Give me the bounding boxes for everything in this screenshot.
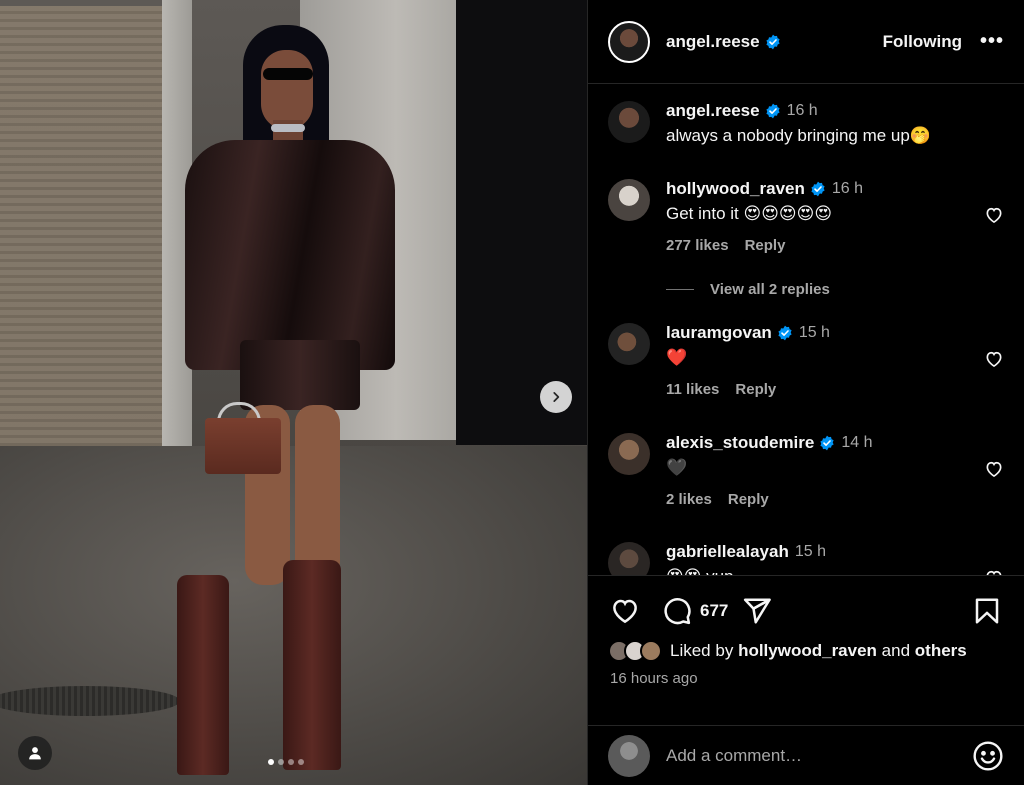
background-garage-door xyxy=(0,6,162,446)
reply-button[interactable]: Reply xyxy=(728,491,769,508)
subject-jacket xyxy=(185,140,395,370)
comments-list[interactable]: angel.reese 16 h always a nobody bringin… xyxy=(588,85,1024,575)
carousel-dot xyxy=(278,759,284,765)
comment-text: always a nobody bringing me up🤭 xyxy=(666,126,931,145)
comment-time: 16 h xyxy=(831,180,864,197)
post-panel: angel.reese Following ••• angel.reese 16… xyxy=(587,0,1024,785)
view-replies-button[interactable]: View all 2 replies xyxy=(666,281,830,298)
heart-icon[interactable] xyxy=(984,459,1004,479)
tagged-users-button[interactable] xyxy=(18,736,52,770)
comment-avatar[interactable] xyxy=(608,179,650,221)
comment-time: 15 h xyxy=(798,324,830,341)
reply-button[interactable]: Reply xyxy=(735,381,776,398)
subject-handbag xyxy=(205,418,281,474)
photo-subject xyxy=(165,20,405,780)
carousel-indicator xyxy=(268,759,304,765)
subject-shorts xyxy=(240,340,360,410)
liked-by-row: Liked by hollywood_raven and others xyxy=(588,626,1024,662)
person-icon xyxy=(29,747,41,760)
subject-boot-right xyxy=(283,560,341,770)
comment-avatar[interactable] xyxy=(608,323,650,365)
subject-face xyxy=(261,50,313,130)
emoji-icon[interactable] xyxy=(972,740,1004,772)
liked-by-prefix: Liked by xyxy=(670,641,734,660)
comment-avatar[interactable] xyxy=(608,101,650,143)
comment-item: gabriellealayah 15 h 😍😍 yup xyxy=(608,542,1004,575)
comment-username[interactable]: hollywood_raven xyxy=(666,179,805,199)
verified-badge-icon xyxy=(820,435,834,451)
background-doorway xyxy=(456,0,587,445)
comment-time: 15 h xyxy=(794,543,826,560)
comment-item: lauramgovan 15 h ❤️ 11 likes Reply xyxy=(608,323,1004,403)
bookmark-icon[interactable] xyxy=(972,596,1002,626)
heart-icon[interactable] xyxy=(984,349,1004,369)
current-user-avatar[interactable] xyxy=(608,734,650,777)
comment-text: ❤️ xyxy=(666,348,688,367)
add-comment-input[interactable] xyxy=(666,745,972,766)
subject-sunglasses xyxy=(263,68,313,80)
comment-likes[interactable]: 2 likes xyxy=(666,491,712,508)
carousel-dot xyxy=(288,759,294,765)
verified-badge-icon xyxy=(765,34,780,49)
comment-count: 677 xyxy=(700,601,729,620)
comment-likes[interactable]: 277 likes xyxy=(666,237,729,254)
author-username[interactable]: angel.reese xyxy=(666,32,760,52)
subject-leg-right xyxy=(295,405,340,580)
action-bar: 677 xyxy=(588,576,1024,626)
comment-username[interactable]: gabriellealayah xyxy=(666,542,789,562)
comment-item: hollywood_raven 16 h Get into it 😍😍😍😍😍 2… xyxy=(608,179,1004,289)
add-comment-bar xyxy=(588,725,1024,785)
post-modal: angel.reese Following ••• angel.reese 16… xyxy=(0,0,1024,785)
post-timestamp[interactable]: 16 hours ago xyxy=(588,662,1024,687)
comment-item: alexis_stoudemire 14 h 🖤 2 likes Reply xyxy=(608,433,1004,513)
comment-text: 🖤 xyxy=(666,458,688,477)
comment-username[interactable]: lauramgovan xyxy=(666,323,772,343)
like-heart-icon[interactable] xyxy=(610,596,640,626)
verified-badge-icon xyxy=(765,103,780,119)
liker-avatar xyxy=(640,640,662,662)
comment-time: 14 h xyxy=(841,434,873,451)
carousel-dot xyxy=(298,759,304,765)
liker-avatars[interactable] xyxy=(608,640,662,662)
author-avatar[interactable] xyxy=(608,20,650,63)
post-image[interactable] xyxy=(0,0,587,785)
view-replies-label: View all 2 replies xyxy=(710,281,830,298)
verified-badge-icon xyxy=(811,181,825,197)
verified-badge-icon xyxy=(778,325,792,341)
post-header: angel.reese Following ••• xyxy=(588,0,1024,84)
comment-username[interactable]: angel.reese xyxy=(666,101,760,121)
share-icon[interactable] xyxy=(742,596,772,626)
post-footer: 677 Liked by hollywood_raven and others … xyxy=(588,575,1024,785)
comment-time: 16 h xyxy=(786,102,818,119)
comment-avatar[interactable] xyxy=(608,542,650,575)
heart-icon[interactable] xyxy=(984,568,1004,575)
comment-text: 😍😍 yup xyxy=(666,566,964,575)
chevron-right-icon xyxy=(553,392,560,402)
comment-likes[interactable]: 11 likes xyxy=(666,381,719,398)
following-button[interactable]: Following xyxy=(883,32,962,52)
comment-username[interactable]: alexis_stoudemire xyxy=(666,433,814,453)
liked-by-and: and xyxy=(881,641,911,660)
liked-by-user[interactable]: hollywood_raven xyxy=(738,641,877,661)
more-options-icon[interactable]: ••• xyxy=(980,30,1004,53)
comment-avatar[interactable] xyxy=(608,433,650,475)
liked-by-others[interactable]: others xyxy=(915,641,967,661)
next-image-button[interactable] xyxy=(540,381,572,413)
subject-choker xyxy=(271,124,305,132)
comment-text: Get into it 😍😍😍😍😍 xyxy=(666,204,833,223)
comment-icon[interactable] xyxy=(662,596,692,626)
heart-icon[interactable] xyxy=(984,205,1004,225)
subject-boot-left xyxy=(177,575,229,775)
carousel-dot-active xyxy=(268,759,274,765)
replies-divider xyxy=(666,289,694,290)
reply-button[interactable]: Reply xyxy=(745,237,786,254)
